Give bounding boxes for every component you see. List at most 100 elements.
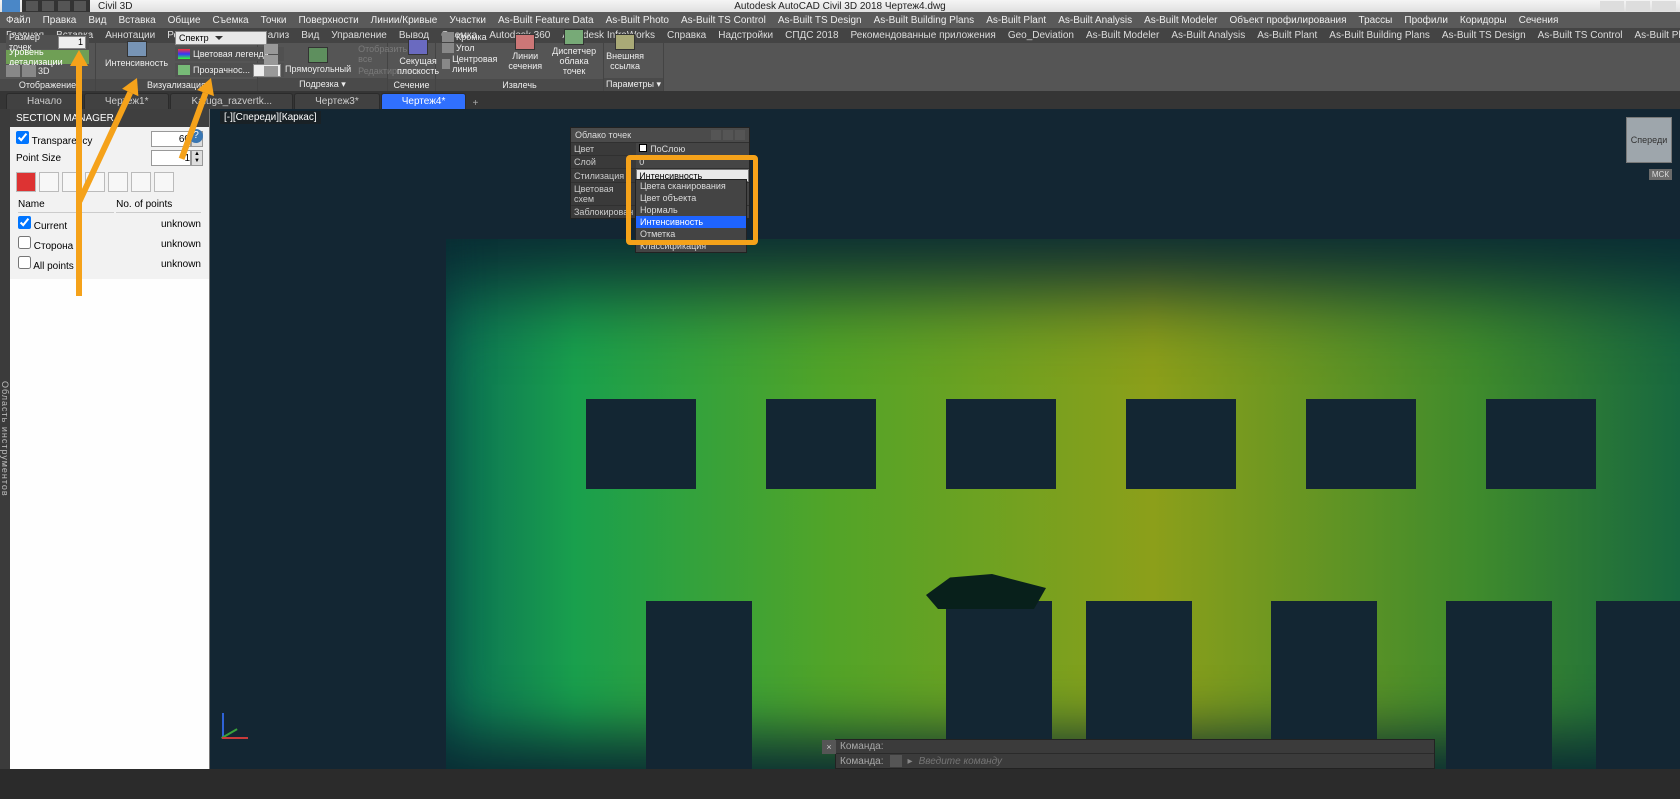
document-tab[interactable]: Чертеж1*	[84, 93, 170, 109]
ribbon-tab[interactable]: Надстройки	[712, 30, 779, 41]
ribbon-tab[interactable]: Управление	[325, 30, 393, 41]
crop-poly-icon[interactable]	[264, 55, 278, 65]
style-dropdown-list[interactable]: Цвета сканированияЦвет объектаНормальИнт…	[635, 179, 747, 253]
quick-access-toolbar[interactable]	[22, 0, 90, 12]
menu-item[interactable]: As-Built Modeler	[1138, 15, 1223, 26]
document-tab[interactable]: Чертеж3*	[294, 93, 380, 109]
ribbon-tab[interactable]: As-Built Building Plans	[1323, 30, 1436, 41]
menu-item[interactable]: Коридоры	[1454, 15, 1513, 26]
sm-tool-icon[interactable]	[108, 172, 128, 192]
prop-color-value[interactable]: ПоСлою	[636, 143, 749, 156]
menu-item[interactable]: As-Built Photo	[600, 15, 675, 26]
edge-extract[interactable]: Кромка	[442, 32, 501, 42]
sm-row-check[interactable]	[18, 256, 31, 269]
ribbon-tab[interactable]: As-Built Plant	[1251, 30, 1323, 41]
sm-transparency-chk[interactable]: Transparency	[16, 131, 92, 147]
section-lines-button[interactable]: Линии сечения	[505, 33, 545, 72]
spectrum-dropdown[interactable]: Спектр	[175, 31, 267, 45]
sm-row-check[interactable]	[18, 216, 31, 229]
ribbon-tab[interactable]: Рекомендованные приложения	[845, 30, 1002, 41]
prop-layer-value[interactable]: 0	[636, 156, 749, 169]
ribbon-tab[interactable]: As-Built Photo	[1628, 30, 1680, 41]
sm-tool-icon[interactable]	[154, 172, 174, 192]
ribbon-tab[interactable]: Вид	[295, 30, 325, 41]
style-option[interactable]: Цвета сканирования	[636, 180, 746, 192]
ribbon-tab[interactable]: As-Built Modeler	[1080, 30, 1165, 41]
document-tab[interactable]: Начало	[6, 93, 83, 109]
view-label[interactable]: [-][Спереди][Каркас]	[220, 111, 321, 124]
style-option[interactable]: Классификация	[636, 240, 746, 252]
menu-item[interactable]: Трассы	[1353, 15, 1399, 26]
menu-item[interactable]: As-Built TS Control	[675, 15, 772, 26]
menu-item[interactable]: Участки	[443, 15, 492, 26]
crop-circle-icon[interactable]	[264, 66, 278, 76]
prop-pin-icon[interactable]	[723, 130, 733, 140]
sm-row-check[interactable]	[18, 236, 31, 249]
command-input[interactable]	[919, 756, 1430, 767]
menu-item[interactable]: Линии/Кривые	[365, 15, 444, 26]
ribbon-tab[interactable]: As-Built TS Control	[1532, 30, 1629, 41]
crop-rect-icon[interactable]	[264, 44, 278, 54]
intensity-button[interactable]: Интенсивность	[102, 40, 171, 69]
sm-transparency-input[interactable]	[151, 131, 191, 147]
menu-item[interactable]: Сечения	[1513, 15, 1565, 26]
menu-item[interactable]: Правка	[37, 15, 83, 26]
sm-pointsize-input[interactable]	[151, 150, 191, 166]
menu-item[interactable]: Съемка	[207, 15, 255, 26]
style-option[interactable]: Интенсивность	[636, 216, 746, 228]
qat-save-icon[interactable]	[58, 1, 70, 11]
table-row[interactable]: Сторона 1unknown	[18, 235, 201, 253]
menu-item[interactable]: As-Built Building Plans	[868, 15, 981, 26]
menu-item[interactable]: As-Built Analysis	[1052, 15, 1138, 26]
ribbon-tab[interactable]: СПДС 2018	[779, 30, 844, 41]
properties-palette[interactable]: Облако точек ЦветПоСлою Слой0 Стилизация…	[570, 127, 750, 219]
drawing-canvas[interactable]: [-][Спереди][Каркас] Спереди МСК Облако …	[210, 109, 1680, 769]
detail-level-row[interactable]: Уровень детализации	[6, 50, 89, 64]
centerline-extract[interactable]: Центровая линия	[442, 54, 501, 74]
menu-item[interactable]: Вид	[82, 15, 112, 26]
menu-item[interactable]: As-Built TS Design	[772, 15, 868, 26]
panel-label-params[interactable]: Параметры ▾	[604, 78, 663, 91]
qat-open-icon[interactable]	[42, 1, 54, 11]
crop-tool-stack[interactable]	[264, 44, 278, 76]
new-tab-button[interactable]: +	[467, 98, 483, 109]
prop-close-icon[interactable]	[735, 130, 745, 140]
sm-tool-icon[interactable]	[39, 172, 59, 192]
qat-undo-icon[interactable]	[74, 1, 86, 11]
spinner-icon[interactable]: ▲▼	[191, 150, 203, 166]
document-tab[interactable]: Чертеж4*	[381, 93, 467, 109]
section-plane-button[interactable]: Секущая плоскость	[394, 38, 442, 77]
ribbon-tab[interactable]: As-Built Analysis	[1165, 30, 1251, 41]
menu-item[interactable]: As-Built Plant	[980, 15, 1052, 26]
sm-col-points[interactable]: No. of points	[116, 197, 201, 213]
style-option[interactable]: Отметка	[636, 228, 746, 240]
sm-tool-icon[interactable]	[62, 172, 82, 192]
maximize-icon[interactable]	[1626, 1, 1650, 11]
help-icon[interactable]: ?	[189, 129, 203, 143]
ribbon-tab[interactable]: Справка	[661, 30, 712, 41]
menu-item[interactable]: As-Built Feature Data	[492, 15, 600, 26]
menu-item[interactable]: Вставка	[112, 15, 161, 26]
command-line[interactable]: × Команда: Команда: ▸	[835, 739, 1435, 769]
cmd-close-icon[interactable]: ×	[822, 740, 836, 754]
close-icon[interactable]	[1652, 1, 1676, 11]
coord-badge[interactable]: МСК	[1649, 169, 1672, 180]
lock-icon[interactable]	[6, 65, 20, 77]
table-row[interactable]: All pointsunknown	[18, 255, 201, 273]
sm-record-icon[interactable]	[16, 172, 36, 192]
ribbon-tab[interactable]: Geo_Deviation	[1002, 30, 1080, 41]
document-tab[interactable]: Kaluga_razvertk...	[170, 93, 293, 109]
minimize-icon[interactable]	[1600, 1, 1624, 11]
style-option[interactable]: Нормаль	[636, 204, 746, 216]
viewcube[interactable]: Спереди	[1626, 117, 1672, 163]
rect-crop-button[interactable]: Прямоугольный	[282, 46, 354, 75]
qat-new-icon[interactable]	[26, 1, 38, 11]
style-option[interactable]: Цвет объекта	[636, 192, 746, 204]
menu-item[interactable]: Общие	[162, 15, 207, 26]
corner-extract[interactable]: Угол	[442, 43, 501, 53]
prop-dropdown-icon[interactable]	[711, 130, 721, 140]
app-icon[interactable]	[2, 0, 20, 12]
grid-icon[interactable]	[22, 65, 36, 77]
menu-item[interactable]: Файл	[0, 15, 37, 26]
menu-item[interactable]: Объект профилирования	[1224, 15, 1353, 26]
